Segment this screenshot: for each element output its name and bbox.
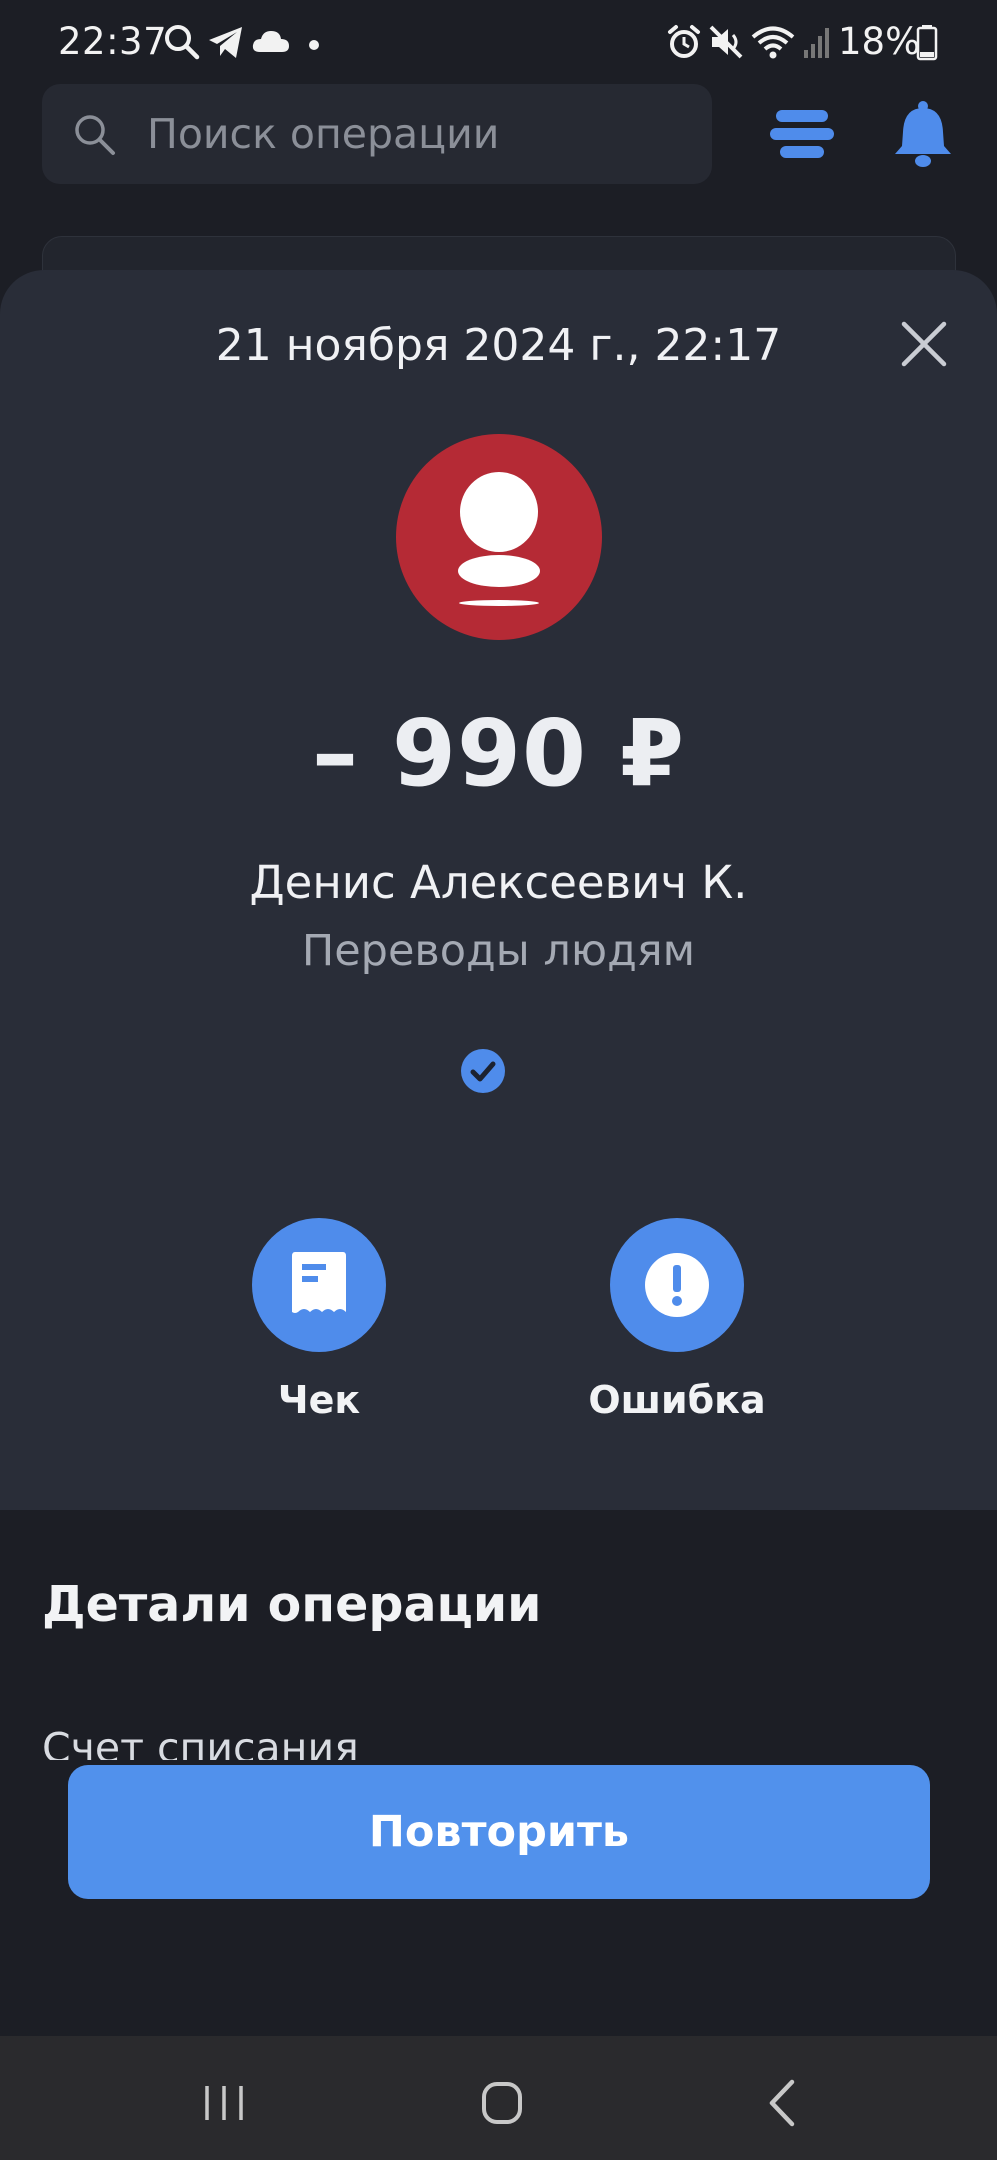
bell-icon[interactable] [892, 100, 954, 168]
operation-category: Переводы людям [301, 926, 696, 976]
person-icon [458, 472, 540, 606]
telegram-icon [209, 27, 242, 58]
receipt-button-circle[interactable] [252, 1218, 386, 1352]
back-icon[interactable] [752, 2078, 812, 2128]
screen: 22:37 18% Поиск операции 21 ноября 2024 … [0, 0, 997, 2160]
search-icon [75, 115, 115, 155]
wifi-icon [751, 26, 795, 59]
close-icon[interactable] [896, 316, 952, 372]
exclamation-icon [645, 1253, 709, 1317]
avatar [396, 434, 602, 640]
recent-apps-icon[interactable] [194, 2078, 254, 2128]
operation-amount: – 990 ₽ [311, 700, 686, 807]
search-placeholder: Поиск операции [147, 110, 500, 158]
checkmark-icon [461, 1049, 505, 1093]
status-time: 22:37 [58, 20, 168, 63]
battery-icon [916, 25, 938, 61]
receipt-icon [292, 1252, 346, 1313]
dot-icon [309, 40, 319, 50]
home-icon[interactable] [472, 2078, 532, 2128]
operation-detail-sheet: 21 ноября 2024 г., 22:17 – 990 ₽ Денис А… [0, 270, 997, 1510]
mute-icon [709, 25, 743, 59]
receipt-label: Чек [277, 1378, 361, 1422]
report-error-button[interactable]: Ошибка [577, 1218, 777, 1422]
receipt-button[interactable]: Чек [219, 1218, 419, 1422]
search-input[interactable]: Поиск операции [42, 84, 712, 184]
navigation-bar [0, 2036, 997, 2160]
alarm-icon [668, 25, 700, 58]
operation-date: 21 ноября 2024 г., 22:17 [215, 320, 782, 371]
report-error-label: Ошибка [588, 1378, 766, 1422]
report-error-button-circle[interactable] [610, 1218, 744, 1352]
cloud-icon [252, 31, 289, 52]
status-bar: 22:37 18% [0, 0, 997, 90]
signal-icon [804, 28, 829, 58]
debit-account-label: Счет списания [42, 1724, 359, 1760]
battery-percent: 18% [838, 20, 921, 63]
repeat-button[interactable]: Повторить [68, 1765, 930, 1899]
recipient-name: Денис Алексеевич К. [249, 856, 748, 909]
filter-icon[interactable] [770, 106, 834, 162]
search-icon [165, 25, 200, 60]
details-title: Детали операции [42, 1576, 542, 1633]
